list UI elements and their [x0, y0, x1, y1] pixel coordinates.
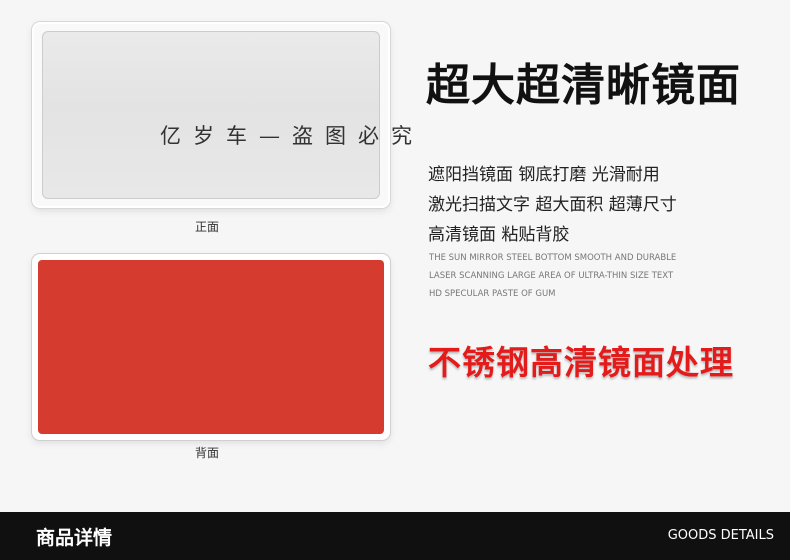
- back-caption: 背面: [194, 446, 219, 460]
- footer-title: 商品详情: [36, 527, 113, 549]
- watermark-text: 亿岁车—盗图必究: [160, 124, 424, 148]
- feature-en-line-1: THE SUN MIRROR STEEL BOTTOM SMOOTH AND D…: [429, 253, 677, 263]
- mirror-back-image: [32, 254, 390, 440]
- mirror-back-adhesive: [38, 260, 384, 434]
- feature-line-2: 激光扫描文字 超大面积 超薄尺寸: [428, 195, 677, 215]
- feature-line-1: 遮阳挡镜面 钢底打磨 光滑耐用: [428, 165, 660, 185]
- main-headline: 超大超清晰镜面: [426, 60, 741, 111]
- feature-en-line-2: LASER SCANNING LARGE AREA OF ULTRA-THIN …: [429, 271, 674, 281]
- mirror-front-image: [32, 22, 390, 208]
- feature-en-line-3: HD SPECULAR PASTE OF GUM: [429, 289, 556, 299]
- stainless-steel-headline: 不锈钢高清镜面处理: [428, 343, 734, 382]
- footer-english: GOODS DETAILS: [667, 528, 774, 543]
- feature-line-3: 高清镜面 粘贴背胶: [428, 225, 570, 245]
- front-caption: 正面: [194, 220, 219, 234]
- footer-bar: 商品详情 GOODS DETAILS: [0, 512, 790, 560]
- mirror-front-surface: [42, 31, 380, 199]
